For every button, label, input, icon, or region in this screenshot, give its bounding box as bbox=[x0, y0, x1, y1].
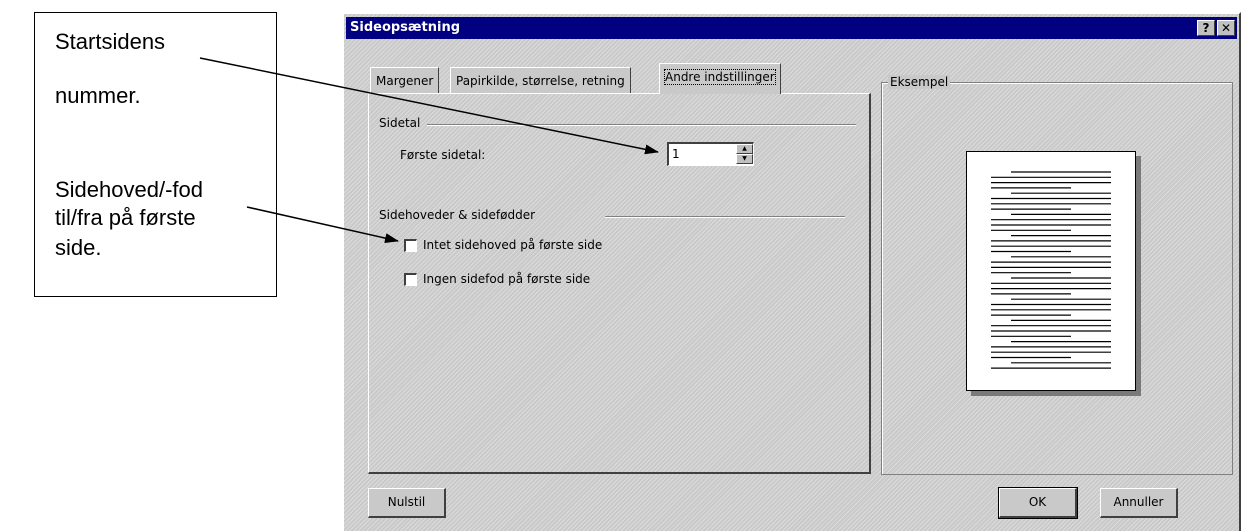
callout-arrow-start-number bbox=[199, 57, 659, 155]
tab-andre-indstillinger[interactable]: Andre indstillinger bbox=[659, 63, 781, 94]
tab-label: Andre indstillinger bbox=[664, 69, 776, 85]
callout-arrow-header-footer bbox=[246, 206, 399, 244]
callout-arrows bbox=[199, 57, 659, 244]
